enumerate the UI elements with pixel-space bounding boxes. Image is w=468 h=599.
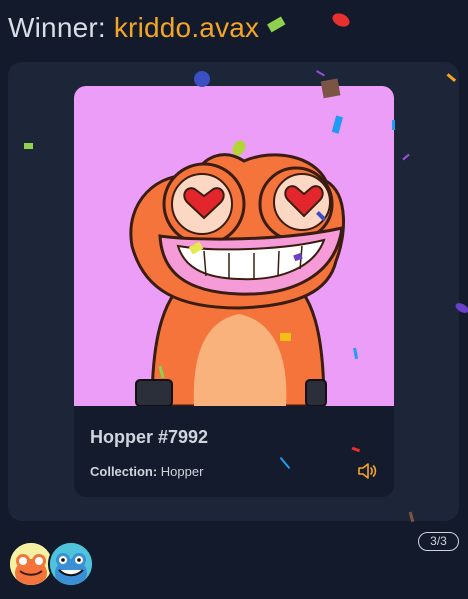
frog-illustration bbox=[74, 86, 394, 406]
nft-title: Hopper #7992 bbox=[90, 427, 209, 447]
collection-label: Collection: bbox=[90, 464, 158, 479]
pagination-indicator: 3/3 bbox=[418, 532, 459, 551]
avatar-blue-frog[interactable] bbox=[48, 541, 94, 587]
speaker-icon[interactable] bbox=[357, 462, 377, 480]
collection-line: Collection: Hopper bbox=[90, 464, 203, 479]
winner-heading: Winner: kriddo.avax bbox=[8, 12, 259, 44]
winner-name[interactable]: kriddo.avax bbox=[114, 12, 259, 43]
nft-card[interactable]: Hopper #7992 Collection: Hopper bbox=[74, 86, 394, 497]
winner-label: Winner: bbox=[8, 12, 106, 43]
nft-image bbox=[74, 86, 394, 406]
collection-value: Hopper bbox=[160, 464, 204, 479]
participant-avatars bbox=[8, 541, 98, 589]
